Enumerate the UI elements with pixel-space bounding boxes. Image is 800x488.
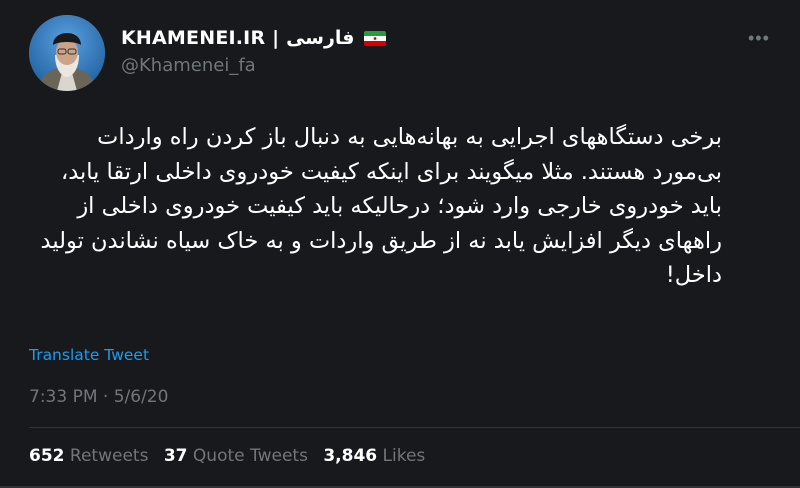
retweets-stat[interactable]: 652 Retweets	[29, 446, 154, 466]
avatar-image	[29, 15, 105, 91]
divider	[29, 427, 800, 428]
tweet-stats: 652 Retweets 37 Quote Tweets 3,846 Likes	[29, 446, 435, 466]
quote-tweets-stat[interactable]: 37 Quote Tweets	[164, 446, 313, 466]
retweets-count: 652	[29, 446, 65, 466]
tweet-timestamp[interactable]: 7:33 PM · 5/6/20	[29, 387, 168, 407]
quote-tweets-label: Quote Tweets	[192, 446, 308, 466]
translate-tweet-link[interactable]: Translate Tweet	[29, 346, 149, 364]
tweet-card: KHAMENEI.IR | فارسی @Khamenei_fa ••• برخ…	[0, 0, 800, 488]
retweets-label: Retweets	[69, 446, 149, 466]
likes-stat[interactable]: 3,846 Likes	[323, 446, 425, 466]
likes-label: Likes	[382, 446, 426, 466]
more-options-icon[interactable]: •••	[748, 28, 770, 49]
iran-flag-icon	[364, 30, 387, 46]
author-name-row[interactable]: KHAMENEI.IR | فارسی	[121, 27, 387, 49]
author-display-name[interactable]: KHAMENEI.IR | فارسی	[121, 27, 354, 49]
quote-tweets-count: 37	[163, 446, 188, 466]
tweet-text: برخی دستگاههای اجرایی به بهانه‌هایی به د…	[40, 124, 722, 288]
tweet-time[interactable]: 7:33 PM	[29, 387, 98, 407]
author-handle[interactable]: @Khamenei_fa	[121, 55, 256, 76]
avatar[interactable]	[29, 15, 105, 91]
timestamp-separator: ·	[102, 387, 109, 407]
tweet-date[interactable]: 5/6/20	[114, 387, 169, 407]
likes-count: 3,846	[323, 446, 378, 466]
